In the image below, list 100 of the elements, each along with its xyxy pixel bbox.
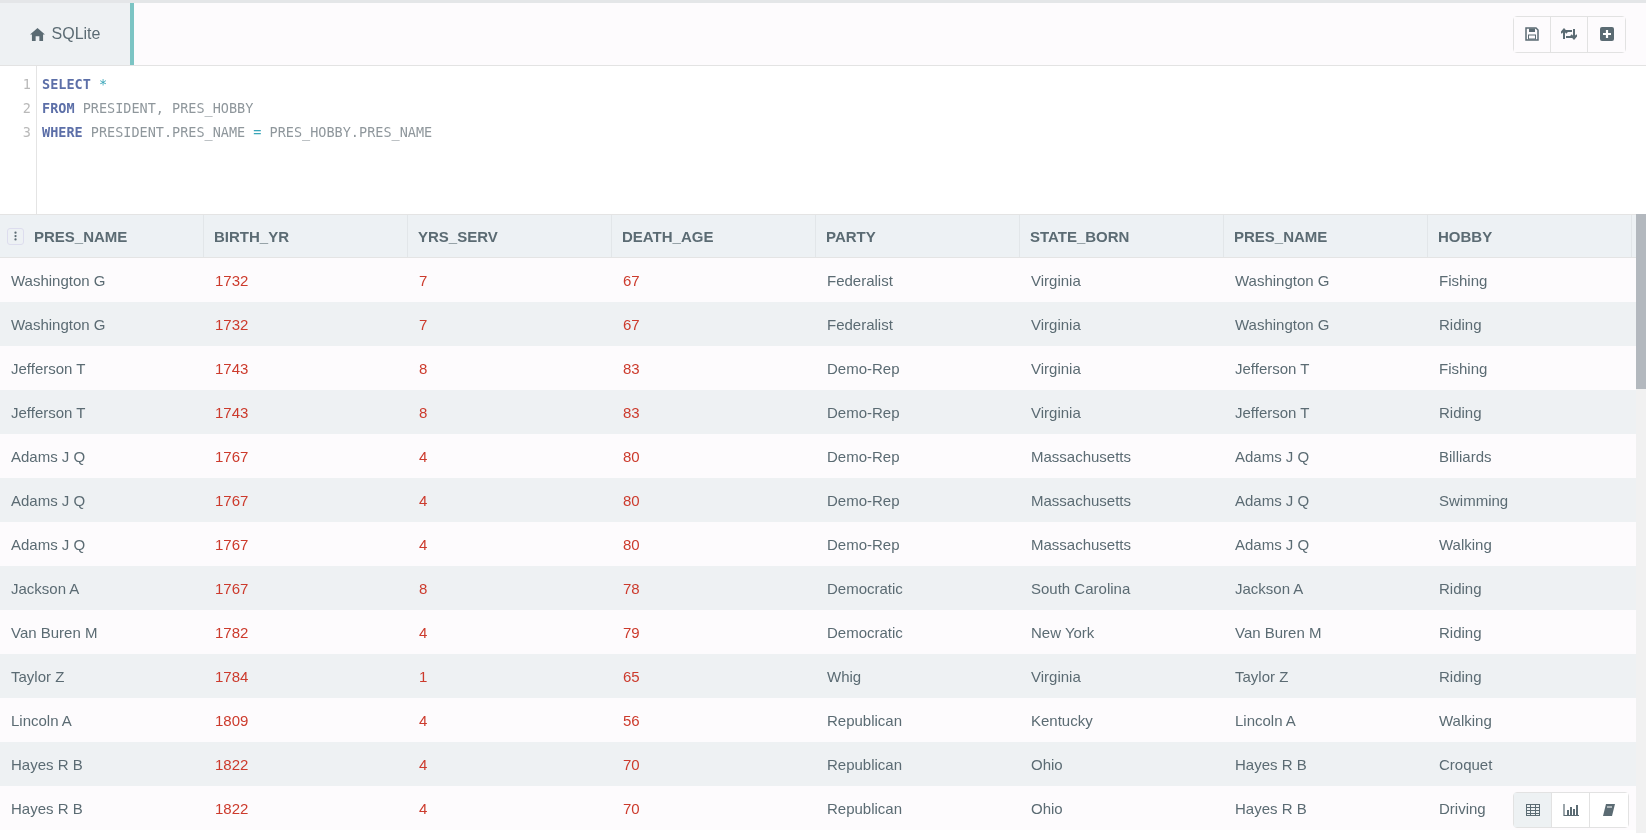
table-cell: Democratic	[827, 623, 903, 641]
table-view-button[interactable]	[1514, 793, 1552, 827]
table-cell: Van Buren M	[1235, 623, 1322, 641]
column-header[interactable]: STATE_BORN	[1020, 215, 1224, 257]
table-cell: Taylor Z	[1235, 667, 1289, 685]
table-cell: 1767	[215, 535, 249, 553]
table-cell: 4	[419, 623, 428, 641]
table-cell: Whig	[827, 667, 862, 685]
table-cell: 65	[623, 667, 640, 685]
table-cell: Adams J Q	[11, 491, 86, 509]
table-cell: Washington G	[11, 271, 106, 289]
table-cell: Massachusetts	[1031, 535, 1132, 553]
line-number: 1	[22, 75, 31, 94]
table-cell: 4	[419, 755, 428, 773]
table-cell: Jefferson T	[11, 403, 86, 421]
table-cell: Walking	[1439, 535, 1492, 553]
table-cell: 4	[419, 799, 428, 817]
table-cell: 56	[623, 711, 640, 729]
table-cell: 1809	[215, 711, 249, 729]
table-cell: Walking	[1439, 711, 1492, 729]
table-icon	[1525, 804, 1540, 816]
table-cell: Lincoln A	[11, 711, 72, 729]
column-title: STATE_BORN	[1030, 227, 1130, 245]
column-title: PRES_NAME	[34, 227, 128, 245]
column-header[interactable]: HOBBY	[1428, 215, 1632, 257]
column-header[interactable]: PRES_NAME	[0, 215, 204, 257]
table-cell: Democratic	[827, 579, 903, 597]
column-header[interactable]: DEATH_AGE	[612, 215, 816, 257]
table-cell: Demo-Rep	[827, 491, 900, 509]
refresh-icon	[1561, 28, 1577, 40]
table-cell: Fishing	[1439, 271, 1488, 289]
table-cell: 1743	[215, 359, 249, 377]
table-cell: Demo-Rep	[827, 403, 900, 421]
home-icon	[29, 27, 45, 41]
table-cell: Federalist	[827, 315, 893, 333]
table-cell: Demo-Rep	[827, 535, 900, 553]
table-cell: Hayes R B	[11, 799, 83, 817]
table-cell: 4	[419, 535, 428, 553]
column-title: BIRTH_YR	[214, 227, 289, 245]
save-button[interactable]	[1514, 16, 1551, 52]
table-cell: 67	[623, 271, 640, 289]
sqlite-tab[interactable]: SQLite	[0, 3, 134, 65]
table-cell: Adams J Q	[1235, 447, 1310, 465]
table-cell: Washington G	[11, 315, 106, 333]
table-cell: Ohio	[1031, 799, 1063, 817]
table-cell: 80	[623, 447, 640, 465]
table-cell: Washington G	[1235, 315, 1330, 333]
table-cell: Billiards	[1439, 447, 1492, 465]
table-cell: 1743	[215, 403, 249, 421]
table-cell: 4	[419, 491, 428, 509]
table-cell: Demo-Rep	[827, 359, 900, 377]
table-cell: 1782	[215, 623, 249, 641]
table-cell: 1732	[215, 271, 249, 289]
table-cell: Massachusetts	[1031, 447, 1132, 465]
table-cell: Adams J Q	[11, 535, 86, 553]
table-cell: Swimming	[1439, 491, 1509, 509]
table-cell: Kentucky	[1031, 711, 1093, 729]
column-header[interactable]: PRES_NAME	[1224, 215, 1428, 257]
table-cell: 4	[419, 711, 428, 729]
column-header[interactable]: BIRTH_YR	[204, 215, 408, 257]
table-cell: 67	[623, 315, 640, 333]
column-header[interactable]: PARTY	[816, 215, 1020, 257]
table-cell: Riding	[1439, 623, 1482, 641]
table-cell: Jackson A	[11, 579, 80, 597]
table-cell: Virginia	[1031, 315, 1081, 333]
table-cell: Lincoln A	[1235, 711, 1296, 729]
table-cell: 7	[419, 315, 428, 333]
table-cell: 79	[623, 623, 640, 641]
table-cell: Demo-Rep	[827, 447, 900, 465]
table-cell: Virginia	[1031, 271, 1081, 289]
table-cell: Jefferson T	[1235, 359, 1310, 377]
table-cell: 1767	[215, 491, 249, 509]
table-cell: Ohio	[1031, 755, 1063, 773]
code-line: FROM PRESIDENT, PRES_HOBBY	[42, 99, 255, 119]
table-cell: Hayes R B	[1235, 755, 1307, 773]
table-cell: Riding	[1439, 667, 1482, 685]
column-title: PARTY	[826, 227, 876, 245]
table-cell: 8	[419, 359, 428, 377]
table-cell: Croquet	[1439, 755, 1493, 773]
table-cell: 1784	[215, 667, 249, 685]
table-cell: South Carolina	[1031, 579, 1131, 597]
table-cell: 1732	[215, 315, 249, 333]
table-cell: Adams J Q	[11, 447, 86, 465]
plus-square-icon	[1599, 27, 1614, 41]
table-cell: 7	[419, 271, 428, 289]
table-cell: Van Buren M	[11, 623, 98, 641]
column-title: YRS_SERV	[418, 227, 498, 245]
table-cell: Hayes R B	[1235, 799, 1307, 817]
table-cell: 83	[623, 403, 640, 421]
table-cell: 1822	[215, 799, 249, 817]
table-cell: 78	[623, 579, 640, 597]
table-cell: 8	[419, 403, 428, 421]
scrollbar-thumb[interactable]	[1636, 214, 1646, 389]
bar-chart-icon	[1562, 804, 1579, 816]
table-cell: Virginia	[1031, 403, 1081, 421]
table-cell: Riding	[1439, 315, 1482, 333]
table-cell: Driving	[1439, 799, 1486, 817]
line-number: 3	[22, 123, 31, 142]
column-header[interactable]: YRS_SERV	[408, 215, 612, 257]
table-cell: 80	[623, 491, 640, 509]
